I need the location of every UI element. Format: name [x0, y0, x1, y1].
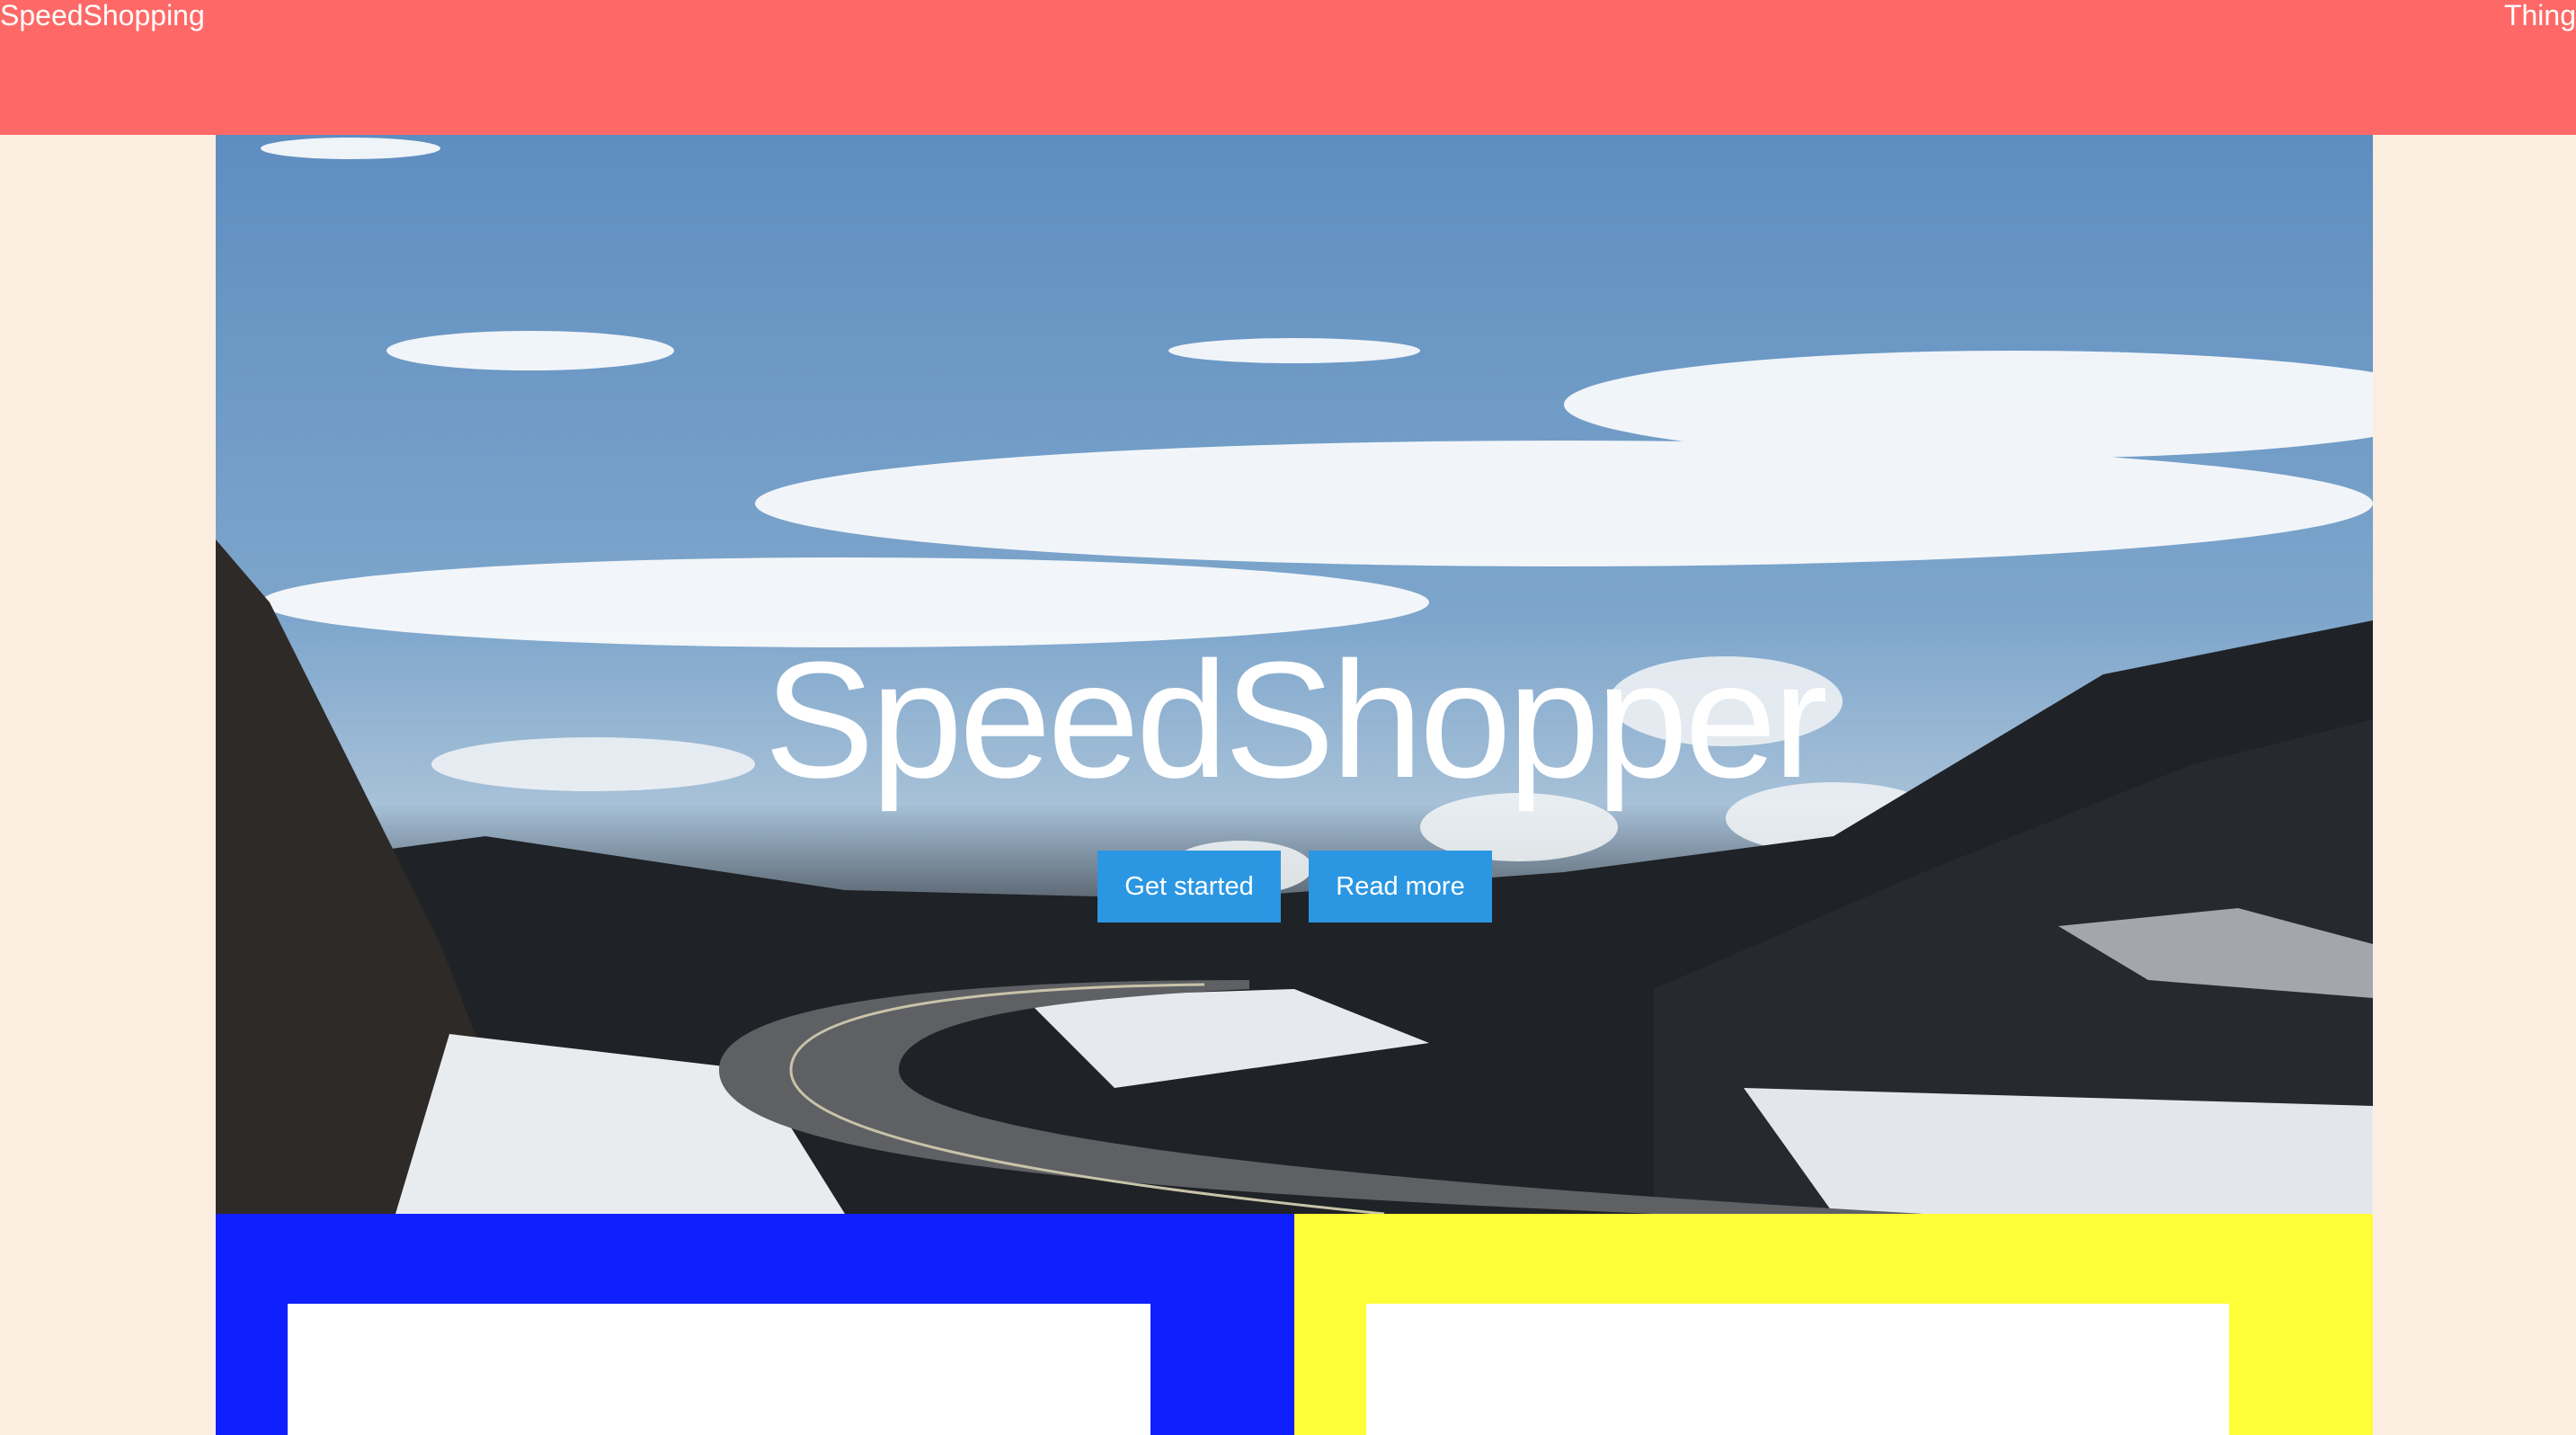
get-started-button[interactable]: Get started	[1097, 851, 1281, 922]
feature-panel-right	[1294, 1214, 2373, 1435]
feature-card-right	[1366, 1304, 2229, 1435]
top-navbar: SpeedShopping Thing	[0, 0, 2576, 135]
nav-item-thing[interactable]: Thing	[2504, 0, 2576, 31]
hero-title: SpeedShopper	[764, 627, 1828, 812]
brand-link[interactable]: SpeedShopping	[0, 0, 205, 31]
feature-card-left	[288, 1304, 1150, 1435]
hero-section: SpeedShopper Get started Read more	[216, 135, 2373, 1214]
read-more-button[interactable]: Read more	[1309, 851, 1492, 922]
feature-panel-left	[216, 1214, 1294, 1435]
